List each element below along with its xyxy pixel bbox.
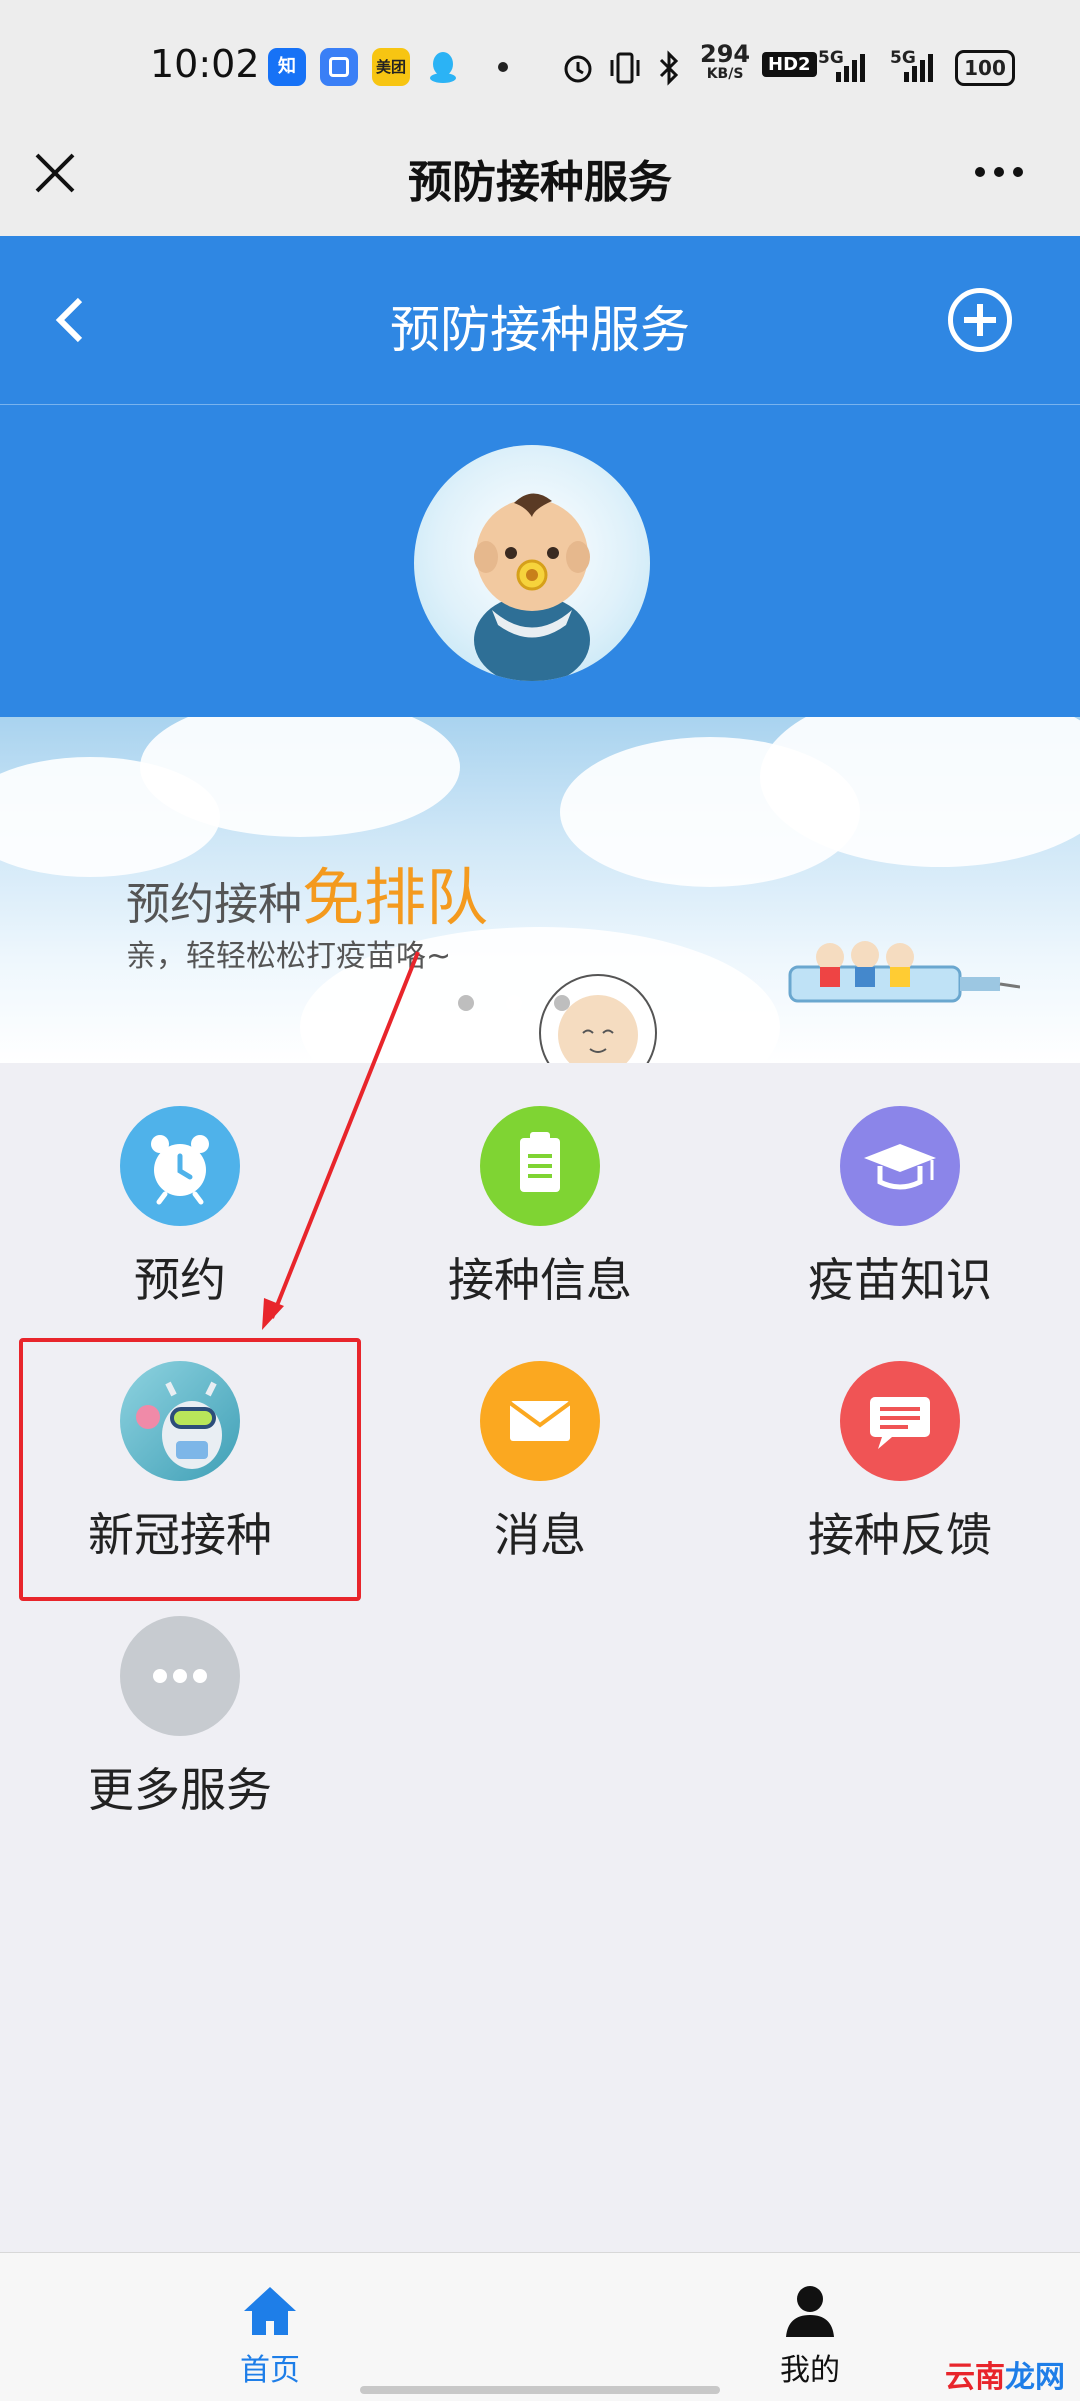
mini-program-header: 预防接种服务 [0, 128, 1080, 236]
tab-profile-label: 我的 [780, 2353, 840, 2388]
tab-home-label: 首页 [240, 2353, 300, 2388]
status-time: 10:02 [150, 42, 260, 86]
square-app-icon [320, 48, 358, 86]
notification-dot-icon [498, 62, 508, 72]
envelope-icon [480, 1361, 600, 1481]
service-label: 接种信息 [448, 1253, 632, 1307]
promo-banner[interactable]: 预约接种免排队 亲，轻轻松松打疫苗咯~ [0, 717, 1080, 1063]
banner-title: 预约接种免排队 [126, 861, 489, 934]
status-bar: 10:02 知 美团 294 KB/S HD2 5G 5G 100 [0, 0, 1080, 128]
service-more[interactable]: 更多服务 [30, 1616, 330, 1846]
service-messages[interactable]: 消息 [390, 1361, 690, 1591]
app-header: 预防接种服务 [0, 236, 1080, 405]
clipboard-icon [480, 1106, 600, 1226]
vibrate-icon [610, 52, 640, 84]
banner-subtitle: 亲，轻轻松松打疫苗咯~ [126, 939, 452, 974]
qq-icon [424, 48, 462, 86]
bluetooth-icon [659, 50, 679, 86]
service-label: 消息 [494, 1508, 586, 1562]
app-title: 预防接种服务 [390, 301, 690, 359]
signal-strength-icon [836, 54, 865, 82]
meituan-icon: 美团 [372, 48, 410, 86]
service-vaccination-info[interactable]: 接种信息 [390, 1106, 690, 1336]
dot-icon [1013, 167, 1023, 177]
service-vaccine-knowledge[interactable]: 疫苗知识 [750, 1106, 1050, 1336]
watermark-logo: 云南龙网 [945, 2360, 1065, 2395]
ellipsis-icon [120, 1616, 240, 1736]
service-label: 接种反馈 [808, 1508, 992, 1562]
mini-program-title: 预防接种服务 [408, 157, 672, 208]
alarm-icon [564, 55, 592, 83]
chat-bubble-icon [840, 1361, 960, 1481]
signal-strength-icon-2 [904, 54, 933, 82]
home-icon [244, 2287, 296, 2335]
baby-illustration [539, 974, 657, 1063]
dot-icon [975, 167, 985, 177]
tab-profile[interactable]: 我的 [730, 2283, 890, 2393]
hd-voice-badge: HD2 [762, 52, 817, 77]
zhihu-icon: 知 [268, 48, 306, 86]
tab-home[interactable]: 首页 [190, 2283, 350, 2393]
carousel-dot[interactable] [554, 995, 570, 1011]
battery-indicator: 100 [955, 50, 1015, 86]
add-circle-icon[interactable] [948, 288, 1012, 352]
home-indicator[interactable] [360, 2386, 720, 2394]
carousel-dot-active[interactable] [506, 995, 522, 1011]
graduation-cap-icon [840, 1106, 960, 1226]
service-label: 预约 [134, 1253, 226, 1307]
bottom-tab-bar: 首页 我的 [0, 2252, 1080, 2401]
service-feedback[interactable]: 接种反馈 [750, 1361, 1050, 1591]
profile-section [0, 405, 1080, 717]
carousel-dot[interactable] [458, 995, 474, 1011]
baby-avatar[interactable] [414, 445, 650, 681]
carousel-dots[interactable] [458, 995, 602, 1015]
network-speed: 294 KB/S [700, 40, 751, 82]
syringe-kids-illustration [788, 941, 1020, 1003]
service-appointment[interactable]: 预约 [30, 1106, 330, 1336]
dot-icon [994, 167, 1004, 177]
annotation-highlight-box [19, 1338, 361, 1601]
service-label: 更多服务 [88, 1763, 272, 1817]
user-icon [786, 2286, 834, 2337]
more-options-button[interactable] [975, 162, 1035, 186]
service-label: 疫苗知识 [808, 1253, 992, 1307]
alarm-clock-icon [120, 1106, 240, 1226]
